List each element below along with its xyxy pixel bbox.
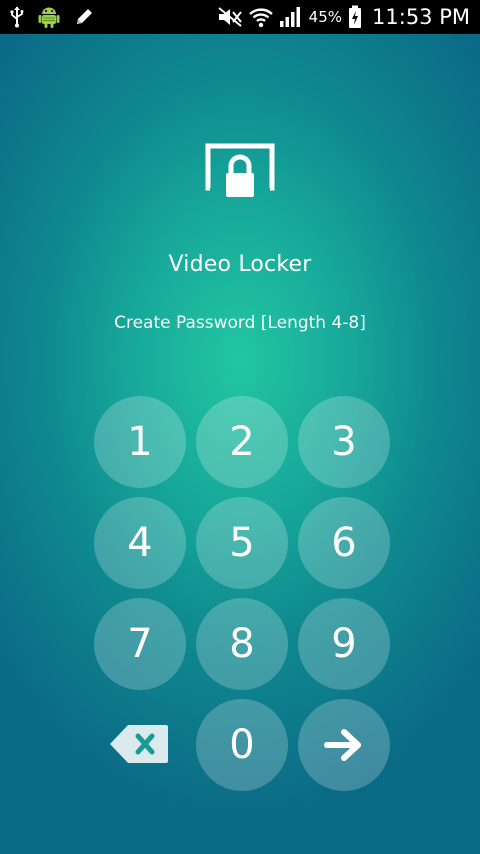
key-2[interactable]: 2 — [196, 396, 288, 488]
backspace-button[interactable] — [108, 723, 170, 765]
mute-icon — [217, 6, 243, 28]
screen-lock-icon — [204, 140, 276, 204]
submit-button[interactable] — [298, 699, 390, 791]
key-3[interactable]: 3 — [298, 396, 390, 488]
password-instruction: Create Password [Length 4-8] — [114, 313, 366, 333]
key-0[interactable]: 0 — [196, 699, 288, 791]
key-6[interactable]: 6 — [298, 497, 390, 589]
battery-percent: 45% — [308, 8, 343, 26]
key-4[interactable]: 4 — [94, 497, 186, 589]
android-debug-icon — [38, 5, 60, 29]
app-title: Video Locker — [168, 252, 312, 277]
key-5[interactable]: 5 — [196, 497, 288, 589]
numeric-keypad: 1 2 3 4 5 6 7 8 9 0 — [94, 396, 390, 792]
key-7[interactable]: 7 — [94, 598, 186, 690]
key-1[interactable]: 1 — [94, 396, 186, 488]
status-bar: 45% 11:53 PM — [0, 0, 480, 34]
key-8[interactable]: 8 — [196, 598, 288, 690]
clock: 11:53 PM — [372, 5, 470, 29]
key-9[interactable]: 9 — [298, 598, 390, 690]
lock-screen: 45% 11:53 PM Video Locker Create Passwor… — [0, 0, 480, 854]
status-bar-notifications — [10, 0, 94, 34]
status-bar-system: 45% 11:53 PM — [217, 0, 470, 34]
backspace-icon — [110, 725, 168, 763]
signal-icon — [279, 6, 303, 28]
edit-icon — [74, 7, 94, 27]
usb-icon — [10, 6, 24, 28]
arrow-right-icon — [324, 729, 361, 761]
wifi-icon — [248, 6, 273, 28]
battery-charging-icon — [348, 5, 362, 29]
